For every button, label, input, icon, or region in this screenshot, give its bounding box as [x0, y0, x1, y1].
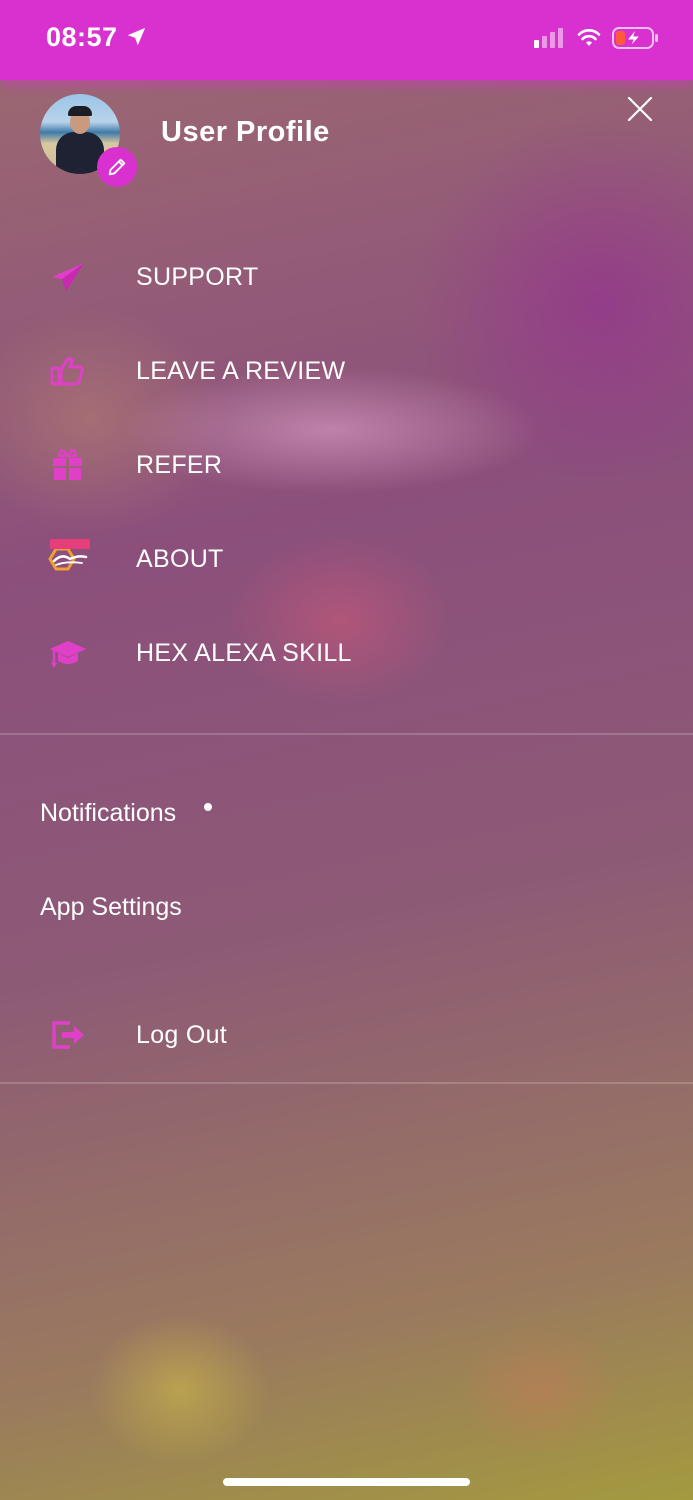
status-bar: 08:57	[0, 0, 693, 80]
menu-item-label: SUPPORT	[136, 263, 259, 291]
graduation-cap-icon	[50, 641, 86, 668]
pencil-icon	[108, 158, 126, 176]
menu-item-about[interactable]: ABOUT	[0, 529, 693, 589]
notifications-link[interactable]: Notifications	[40, 799, 176, 828]
menu-item-label: LEAVE A REVIEW	[136, 357, 346, 385]
location-arrow-icon	[127, 27, 146, 46]
menu-item-refer[interactable]: REFER	[0, 435, 693, 495]
paper-plane-icon	[52, 263, 84, 291]
logout-button[interactable]: Log Out	[0, 1005, 693, 1065]
menu-item-label: ABOUT	[136, 545, 224, 573]
status-time: 08:57	[46, 22, 118, 52]
home-indicator[interactable]	[223, 1478, 470, 1486]
battery-charging-icon	[612, 27, 658, 49]
gift-icon	[53, 449, 82, 480]
notification-dot-icon	[204, 803, 212, 811]
wifi-icon	[577, 29, 601, 46]
cellular-signal-icon	[534, 28, 563, 48]
menu-item-hex-alexa-skill[interactable]: HEX ALEXA SKILL	[0, 623, 693, 683]
menu-item-support[interactable]: SUPPORT	[0, 247, 693, 307]
hex-toys-logo	[48, 539, 90, 571]
app-settings-link[interactable]: App Settings	[40, 893, 182, 922]
menu-item-leave-a-review[interactable]: LEAVE A REVIEW	[0, 341, 693, 401]
logout-icon	[52, 1021, 84, 1049]
page-title[interactable]: User Profile	[161, 116, 330, 149]
logout-label: Log Out	[136, 1021, 228, 1049]
thumbs-up-icon	[50, 356, 84, 386]
menu-item-label: REFER	[136, 451, 223, 479]
close-icon[interactable]	[626, 95, 654, 123]
divider	[0, 733, 693, 735]
menu-item-label: HEX ALEXA SKILL	[136, 639, 352, 667]
edit-profile-button[interactable]	[97, 147, 137, 187]
avatar-cap	[68, 106, 92, 116]
divider	[0, 1082, 693, 1084]
